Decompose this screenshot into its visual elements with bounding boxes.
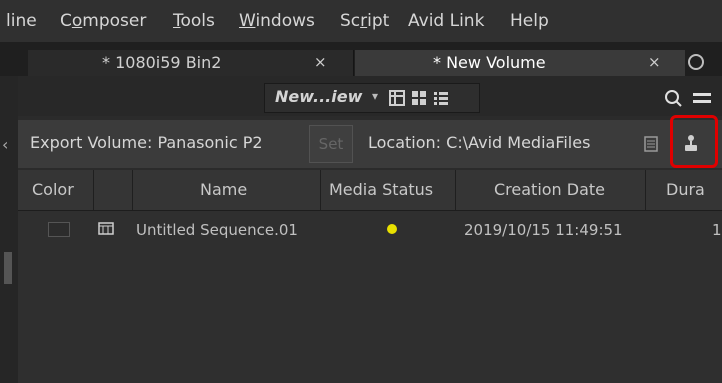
- script-view-icon[interactable]: [411, 90, 427, 106]
- column-divider[interactable]: [645, 170, 646, 210]
- tab-label: * 1080i59 Bin2: [102, 53, 222, 72]
- sequence-icon: [98, 222, 114, 235]
- menu-avid-link[interactable]: Avid Link: [408, 11, 484, 31]
- browse-location-icon[interactable]: [644, 136, 658, 152]
- column-divider[interactable]: [93, 170, 94, 210]
- column-divider[interactable]: [132, 170, 133, 210]
- column-header-name[interactable]: Name: [200, 180, 247, 199]
- text-view-icon[interactable]: [433, 90, 449, 106]
- menu-composer[interactable]: Composer: [60, 11, 146, 31]
- column-header-duration[interactable]: Dura: [666, 180, 705, 199]
- close-icon[interactable]: ×: [314, 53, 327, 71]
- column-header-creation-date[interactable]: Creation Date: [494, 180, 605, 199]
- export-volume-bar: Export Volume: Panasonic P2 Set Location…: [18, 120, 722, 168]
- column-divider[interactable]: [455, 170, 456, 210]
- view-selector[interactable]: New...iew ▾: [264, 83, 480, 113]
- duration: 1: [712, 221, 722, 239]
- close-icon[interactable]: ×: [648, 53, 661, 71]
- menu-tools[interactable]: Tools: [173, 11, 215, 31]
- column-divider[interactable]: [320, 170, 321, 210]
- menu-script[interactable]: Script: [340, 11, 389, 31]
- left-scroll-thumb[interactable]: [4, 252, 12, 284]
- tab-new-volume[interactable]: * New Volume ×: [355, 50, 685, 76]
- menu-line[interactable]: line: [6, 11, 37, 31]
- hamburger-icon[interactable]: [692, 88, 712, 108]
- color-swatch[interactable]: [48, 222, 70, 237]
- creation-date: 2019/10/15 11:49:51: [464, 221, 623, 239]
- collapse-arrow-icon[interactable]: ‹: [2, 135, 8, 154]
- left-edge-panel: : ‹: [0, 42, 18, 383]
- menu-bar: line Composer Tools Windows Script Avid …: [0, 0, 722, 42]
- tab-1080i59-bin2[interactable]: * 1080i59 Bin2 ×: [28, 50, 354, 76]
- column-header-color[interactable]: Color: [32, 180, 74, 199]
- menu-help[interactable]: Help: [510, 11, 549, 31]
- menu-windows[interactable]: Windows: [239, 11, 315, 31]
- export-button-highlight: [670, 115, 718, 168]
- tab-options-icon[interactable]: [688, 54, 704, 70]
- table-row[interactable]: Untitled Sequence.01 2019/10/15 11:49:51…: [18, 211, 722, 249]
- set-button[interactable]: Set: [309, 125, 353, 163]
- chevron-down-icon[interactable]: ▾: [372, 89, 378, 103]
- media-status-dot: [387, 224, 397, 234]
- frame-view-icon[interactable]: [389, 90, 405, 106]
- tab-label: * New Volume: [433, 53, 546, 72]
- bin-table: Untitled Sequence.01 2019/10/15 11:49:51…: [18, 211, 722, 383]
- search-icon[interactable]: [664, 88, 684, 108]
- clip-name: Untitled Sequence.01: [136, 221, 298, 239]
- table-header: Color Name Media Status Creation Date Du…: [18, 170, 722, 211]
- export-volume-label: Export Volume: Panasonic P2: [30, 133, 263, 152]
- view-name: New...iew: [275, 87, 363, 106]
- tab-bar: * 1080i59 Bin2 × * New Volume ×: [0, 42, 722, 76]
- location-label: Location: C:\Avid MediaFiles: [368, 133, 591, 152]
- column-header-media-status[interactable]: Media Status: [329, 180, 433, 199]
